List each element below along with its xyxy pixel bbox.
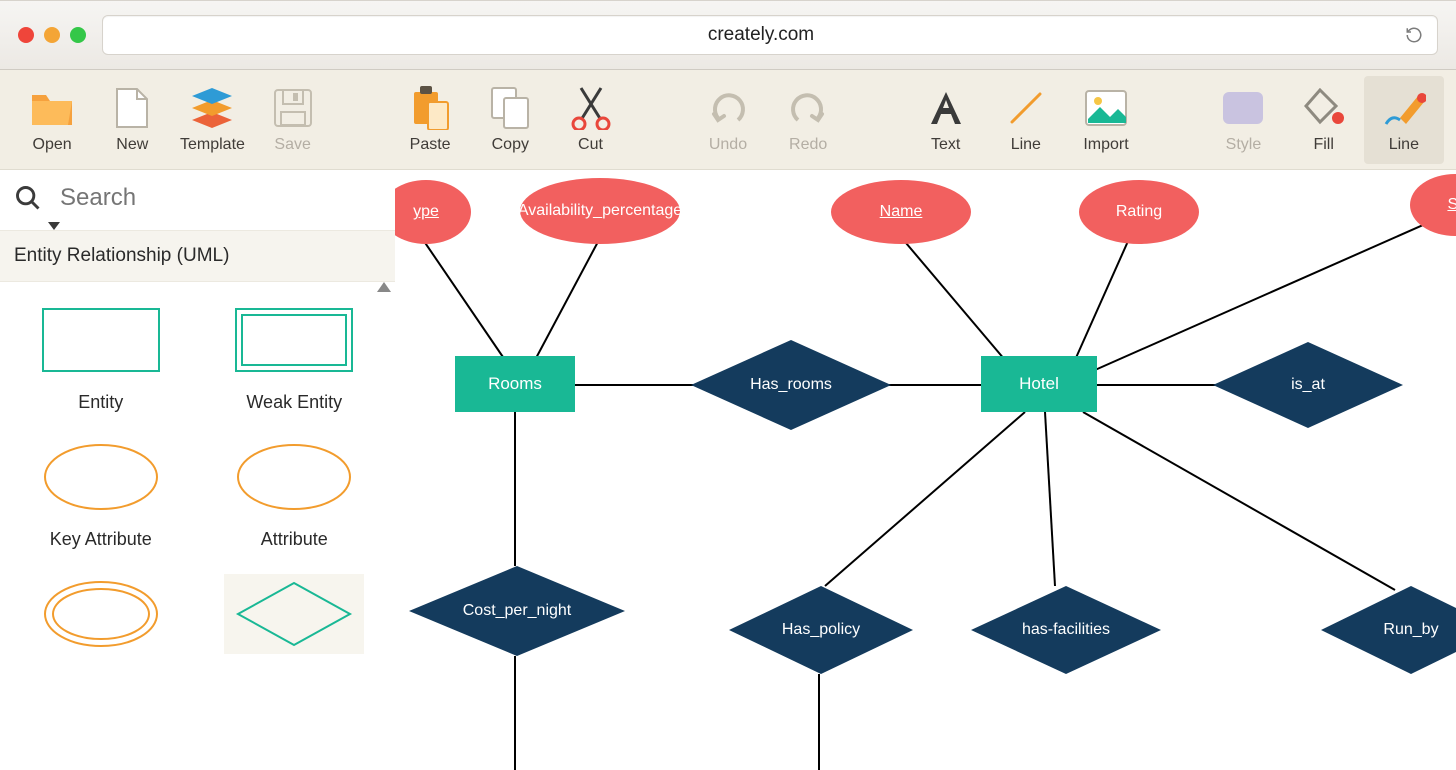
line-style-button[interactable]: Line xyxy=(1364,76,1444,164)
workspace: Entity Relationship (UML) Entity Weak En… xyxy=(0,170,1456,770)
shape-key-attribute-label: Key Attribute xyxy=(50,529,152,550)
line-tool-button[interactable]: Line xyxy=(986,76,1066,164)
cut-label: Cut xyxy=(578,136,603,154)
attr-rating[interactable]: Rating xyxy=(1079,180,1199,244)
entity-hotel[interactable]: Hotel xyxy=(981,356,1097,412)
template-icon xyxy=(190,86,234,130)
attr-availability[interactable]: Availability_percentage xyxy=(520,178,680,244)
import-icon xyxy=(1084,86,1128,130)
new-label: New xyxy=(116,136,148,154)
open-button[interactable]: Open xyxy=(12,76,92,164)
import-label: Import xyxy=(1083,136,1128,154)
shape-entity-label: Entity xyxy=(78,392,123,413)
save-label: Save xyxy=(274,136,310,154)
shape-entity[interactable]: Entity xyxy=(18,300,184,413)
open-label: Open xyxy=(33,136,72,154)
url-text: creately.com xyxy=(117,24,1405,46)
paste-button[interactable]: Paste xyxy=(390,76,470,164)
redo-label: Redo xyxy=(789,136,827,154)
refresh-icon[interactable] xyxy=(1405,26,1423,44)
save-icon xyxy=(271,86,315,130)
undo-label: Undo xyxy=(709,136,747,154)
rel-is-at[interactable]: is_at xyxy=(1213,342,1403,428)
search-dropdown-caret-icon[interactable] xyxy=(48,222,60,230)
text-icon xyxy=(924,86,968,130)
file-new-icon xyxy=(110,86,154,130)
cut-button[interactable]: Cut xyxy=(550,76,630,164)
shape-attribute-label: Attribute xyxy=(261,529,328,550)
line-icon xyxy=(1004,86,1048,130)
rel-cost-per-night[interactable]: Cost_per_night xyxy=(409,566,625,656)
rel-has-policy[interactable]: Has_policy xyxy=(729,586,913,674)
redo-button[interactable]: Redo xyxy=(768,76,848,164)
shape-weak-entity-label: Weak Entity xyxy=(246,392,342,413)
paste-icon xyxy=(408,86,452,130)
rel-has-facilities[interactable]: has-facilities xyxy=(971,586,1161,674)
folder-open-icon xyxy=(30,86,74,130)
shape-attribute[interactable]: Attribute xyxy=(212,437,378,550)
fill-icon xyxy=(1302,86,1346,130)
line2-label: Line xyxy=(1389,136,1419,154)
copy-button[interactable]: Copy xyxy=(470,76,550,164)
copy-icon xyxy=(488,86,532,130)
diagram-canvas[interactable]: ype Availability_percentage Name Rating … xyxy=(395,170,1456,770)
sidebar: Entity Relationship (UML) Entity Weak En… xyxy=(0,170,395,770)
fill-label: Fill xyxy=(1313,136,1333,154)
template-label: Template xyxy=(180,136,245,154)
undo-icon xyxy=(706,86,750,130)
fill-button[interactable]: Fill xyxy=(1284,76,1364,164)
rel-run-by[interactable]: Run_by xyxy=(1321,586,1456,674)
cut-icon xyxy=(569,86,613,130)
shape-weak-entity[interactable]: Weak Entity xyxy=(212,300,378,413)
shape-key-attribute[interactable]: Key Attribute xyxy=(18,437,184,550)
shape-multivalued-attribute[interactable] xyxy=(18,574,184,654)
copy-label: Copy xyxy=(492,136,529,154)
rel-has-rooms[interactable]: Has_rooms xyxy=(691,340,891,430)
import-button[interactable]: Import xyxy=(1066,76,1146,164)
entity-rooms[interactable]: Rooms xyxy=(455,356,575,412)
search-row xyxy=(0,170,395,226)
template-button[interactable]: Template xyxy=(172,76,252,164)
style-button[interactable]: Style xyxy=(1203,76,1283,164)
text-tool-button[interactable]: Text xyxy=(906,76,986,164)
attr-name[interactable]: Name xyxy=(831,180,971,244)
save-button[interactable]: Save xyxy=(253,76,333,164)
new-button[interactable]: New xyxy=(92,76,172,164)
shape-panel: Entity Weak Entity Key Attribute Attribu… xyxy=(0,282,395,770)
minimize-window-icon[interactable] xyxy=(44,27,60,43)
style-label: Style xyxy=(1226,136,1262,154)
connector-lines xyxy=(395,170,1456,770)
close-window-icon[interactable] xyxy=(18,27,34,43)
line-label: Line xyxy=(1011,136,1041,154)
shape-relationship[interactable] xyxy=(212,574,378,654)
url-bar[interactable]: creately.com xyxy=(102,15,1438,55)
paste-label: Paste xyxy=(410,136,451,154)
main-toolbar: Open New Template Save Paste Copy C xyxy=(0,70,1456,170)
text-label: Text xyxy=(931,136,960,154)
style-icon xyxy=(1221,86,1265,130)
undo-button[interactable]: Undo xyxy=(688,76,768,164)
sidebar-category-header[interactable]: Entity Relationship (UML) xyxy=(0,230,395,282)
pencil-line-icon xyxy=(1382,86,1426,130)
maximize-window-icon[interactable] xyxy=(70,27,86,43)
search-input[interactable] xyxy=(56,184,395,212)
search-icon xyxy=(14,184,42,212)
redo-icon xyxy=(786,86,830,130)
scroll-up-icon[interactable] xyxy=(377,282,391,292)
window-controls xyxy=(18,27,86,43)
browser-chrome: creately.com xyxy=(0,0,1456,70)
